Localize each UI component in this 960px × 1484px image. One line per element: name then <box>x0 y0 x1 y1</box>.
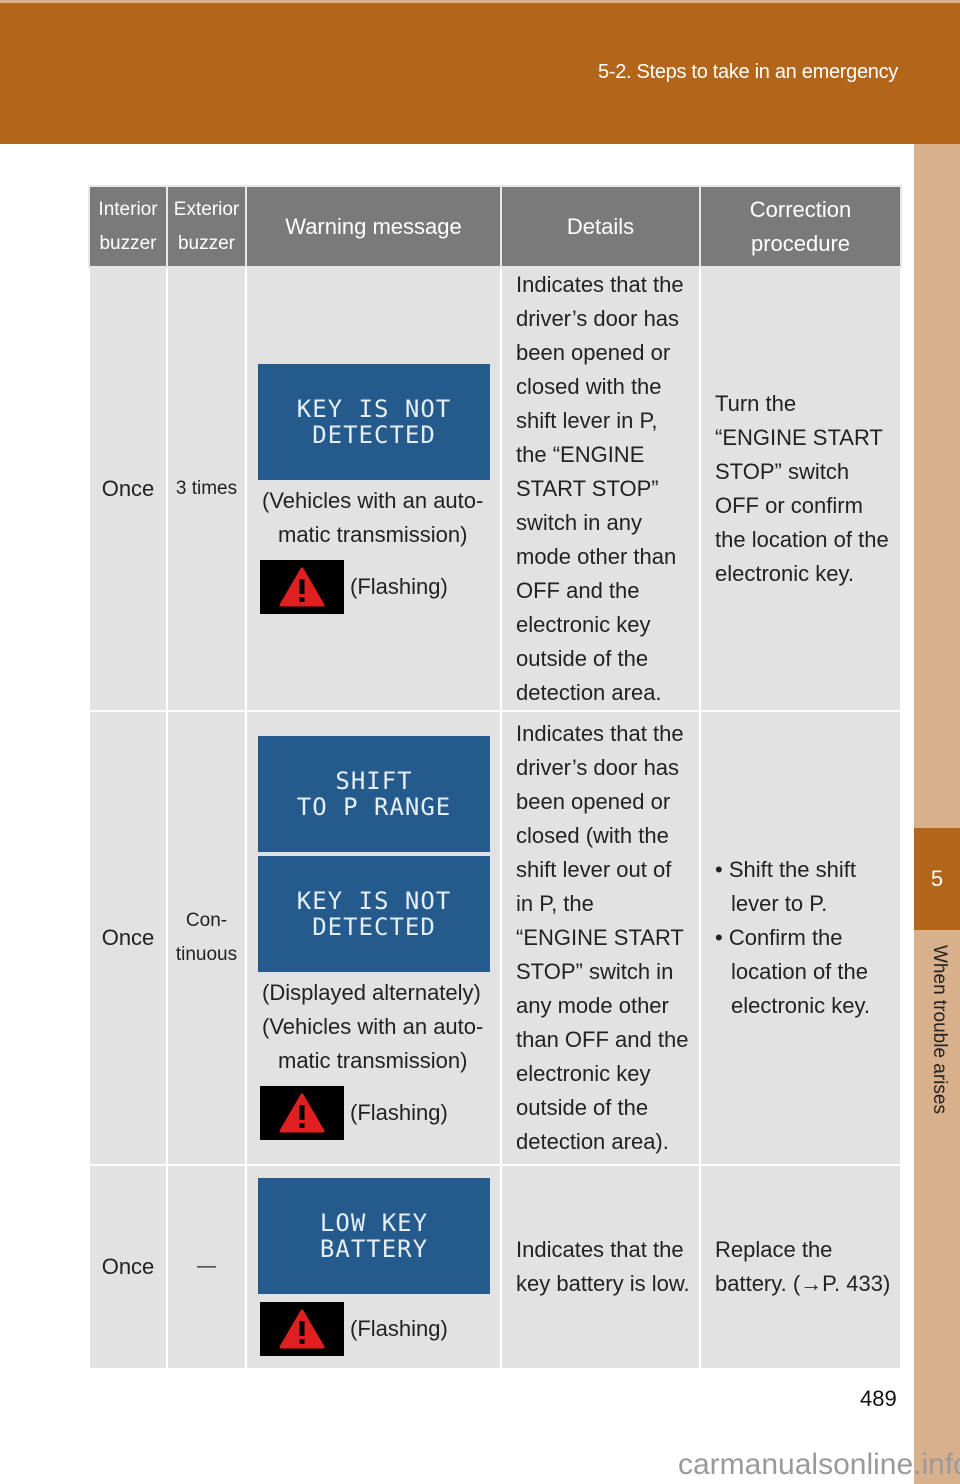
correction-step: • Confirm the location of the electronic… <box>715 925 870 1018</box>
table-row: Once — LOW KEY BATTERY (Flashing) Indicat… <box>88 1164 902 1370</box>
display-message: KEY IS NOT DETECTED <box>258 364 490 480</box>
section-title: 5-2. Steps to take in an emergency <box>598 61 898 83</box>
header-exterior-buzzer: Exterior buzzer <box>166 185 247 268</box>
warning-triangle-icon <box>260 560 344 614</box>
correction-text: Turn the “ENGINE START STOP” switch OFF … <box>715 391 889 586</box>
message-note: (Vehicles with an auto- <box>262 1014 484 1039</box>
display-message: LOW KEY BATTERY <box>258 1178 490 1294</box>
display-message: KEY IS NOT DETECTED <box>258 856 490 972</box>
warning-message-cell: KEY IS NOT DETECTED (Vehicles with an aut… <box>245 266 502 712</box>
header-warning-message: Warning message <box>245 185 502 268</box>
warning-table: Interior buzzer Exterior buzzer Warning … <box>88 185 902 1370</box>
details-cell: Indicates that the key battery is low. <box>500 1164 701 1370</box>
flashing-note: (Flashing) <box>350 1316 448 1341</box>
flashing-note: (Flashing) <box>350 1100 448 1125</box>
message-note: matic transmission) <box>278 522 468 547</box>
correction-cell: Replace the battery. (→P. 433) <box>699 1164 902 1370</box>
chapter-side-tab <box>914 144 960 1484</box>
correction-cell: • Shift the shift lever to P. • Confirm t… <box>699 710 902 1166</box>
watermark: carmanualsonline.info <box>678 1448 960 1481</box>
flashing-note: (Flashing) <box>350 574 448 599</box>
interior-buzzer-cell: Once <box>88 266 168 712</box>
chapter-number: 5 <box>914 828 960 930</box>
header-correction: Correction procedure <box>699 185 902 268</box>
message-note: (Displayed alternately) <box>262 980 481 1005</box>
warning-message-cell: LOW KEY BATTERY (Flashing) <box>245 1164 502 1370</box>
correction-cell: Turn the “ENGINE START STOP” switch OFF … <box>699 266 902 712</box>
details-cell: Indicates that the driver’s door has bee… <box>500 266 701 712</box>
chapter-label: When trouble arises <box>929 945 950 1114</box>
page-header: 5-2. Steps to take in an emergency <box>0 0 960 144</box>
display-message: SHIFT TO P RANGE <box>258 736 490 852</box>
header-details: Details <box>500 185 701 268</box>
message-note: matic transmission) <box>278 1048 468 1073</box>
exterior-buzzer-cell: Con-tinuous <box>166 710 247 1166</box>
table-row: Once 3 times KEY IS NOT DETECTED (Vehicle… <box>88 266 902 712</box>
exterior-buzzer-cell: 3 times <box>166 266 247 712</box>
correction-text: Replace the battery. (→P. 433) <box>715 1237 891 1296</box>
header-interior-buzzer: Interior buzzer <box>88 185 168 268</box>
correction-step: • Shift the shift lever to P. <box>715 857 856 916</box>
message-note: (Vehicles with an auto- <box>262 488 484 513</box>
page-number: 489 <box>860 1386 897 1411</box>
table-row: Once Con-tinuous SHIFT TO P RANGE KEY IS … <box>88 710 902 1166</box>
warning-triangle-icon <box>260 1086 344 1140</box>
interior-buzzer-cell: Once <box>88 1164 168 1370</box>
exterior-buzzer-cell: — <box>166 1164 247 1370</box>
warning-triangle-icon <box>260 1302 344 1356</box>
details-cell: Indicates that the driver’s door has bee… <box>500 710 701 1166</box>
warning-message-cell: SHIFT TO P RANGE KEY IS NOT DETECTED (Disp… <box>245 710 502 1166</box>
interior-buzzer-cell: Once <box>88 710 168 1166</box>
